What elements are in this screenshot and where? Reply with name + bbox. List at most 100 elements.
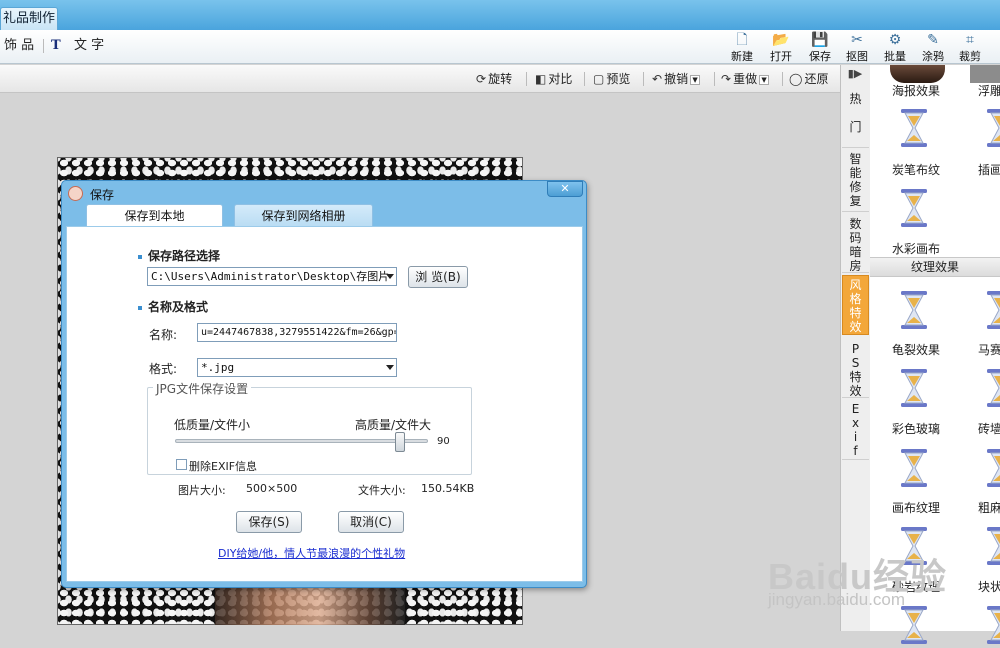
hourglass-icon[interactable]: [984, 605, 1000, 645]
save-path-combo[interactable]: C:\Users\Administrator\Desktop\存图片: [147, 267, 397, 286]
rotate-button[interactable]: ⟳ 旋转: [476, 70, 512, 88]
category-tab[interactable]: P S 特 效: [842, 340, 869, 398]
undo-dropdown[interactable]: ▼: [690, 74, 701, 85]
redo-button[interactable]: ↷ 重做 ▼: [721, 70, 770, 88]
text-tool-icon[interactable]: T: [51, 37, 61, 55]
hourglass-icon[interactable]: [984, 448, 1000, 488]
divider: [782, 72, 783, 86]
toolbar-button[interactable]: 💾 保存: [805, 32, 835, 63]
bullet-icon: [138, 254, 142, 259]
rotate-icon: ⟳: [476, 72, 487, 86]
divider: [714, 72, 715, 86]
chevron-down-icon: [386, 274, 394, 279]
divider: [643, 72, 644, 86]
toolbar-button[interactable]: ✂ 抠图: [842, 32, 872, 63]
file-size-label: 文件大小:: [358, 484, 406, 497]
hourglass-icon[interactable]: [898, 605, 930, 645]
preview-icon: ▢: [593, 72, 605, 86]
decor-tool[interactable]: 饰 品: [4, 37, 34, 55]
divider: [584, 72, 585, 86]
hourglass-icon[interactable]: [898, 290, 930, 330]
format-label: 格式:: [149, 362, 178, 376]
compare-icon: ◧: [535, 72, 547, 86]
save-button[interactable]: 保存(S): [236, 511, 302, 533]
category-tab[interactable]: 智 能 修 复: [842, 150, 869, 212]
toolbar-button[interactable]: 📂 打开: [766, 32, 796, 63]
hourglass-icon[interactable]: [898, 188, 930, 228]
preview-button[interactable]: ▢ 预览: [593, 70, 630, 88]
quality-low-label: 低质量/文件小: [174, 418, 251, 432]
format-select[interactable]: *.jpg: [197, 358, 397, 377]
more-icon: ▮: [990, 32, 1000, 48]
toolbar-button[interactable]: ⚙ 批量: [880, 32, 910, 63]
quality-value: 90: [437, 436, 450, 447]
toolbar-button[interactable]: 🗋 新建: [727, 32, 757, 63]
name-label: 名称:: [149, 328, 178, 342]
undo-icon: ↶: [652, 72, 663, 86]
file-name-input[interactable]: u=2447467838,3279551422&fm=26&gp=0_: [197, 323, 397, 342]
hourglass-icon[interactable]: [984, 290, 1000, 330]
title-tab-bar: [0, 0, 1000, 30]
collapse-panel-icon[interactable]: ▮▶: [842, 67, 868, 83]
name-section-title: 名称及格式: [138, 298, 208, 315]
hourglass-icon[interactable]: [898, 108, 930, 148]
effect-label: 马赛: [978, 343, 1000, 357]
redo-dropdown[interactable]: ▼: [759, 74, 770, 85]
text-tool[interactable]: 文 字: [74, 37, 104, 55]
cutout-icon: ✂: [851, 32, 863, 48]
quality-slider-track[interactable]: [175, 439, 428, 443]
new-file-icon: 🗋: [736, 32, 748, 48]
browse-button[interactable]: 浏 览(B): [408, 266, 468, 288]
quality-slider-thumb[interactable]: [395, 432, 405, 452]
effect-label: 炭笔布纹: [892, 163, 941, 177]
cancel-button[interactable]: 取消(C): [338, 511, 404, 533]
watermark-url: jingyan.baidu.com: [768, 590, 906, 609]
effect-label: 龟裂效果: [892, 343, 941, 357]
tab-save-local[interactable]: 保存到本地: [86, 204, 223, 227]
category-tab[interactable]: 风 格 特 效: [842, 275, 869, 335]
restore-icon: ◯: [789, 72, 803, 86]
divider: [526, 72, 527, 86]
hourglass-icon[interactable]: [984, 526, 1000, 566]
redo-icon: ↷: [721, 72, 732, 86]
toolbar-button[interactable]: ▮: [990, 32, 1000, 62]
hourglass-icon[interactable]: [984, 108, 1000, 148]
promo-link[interactable]: DIY给她/他，情人节最浪漫的个性礼物: [218, 545, 405, 561]
jpg-settings-legend: JPG文件保存设置: [153, 380, 252, 397]
effect-thumbnail[interactable]: [970, 65, 1000, 83]
close-button[interactable]: ✕: [547, 181, 583, 197]
file-size-value: 150.54KB: [421, 482, 475, 495]
quality-high-label: 高质量/文件大: [355, 418, 432, 432]
hourglass-icon[interactable]: [898, 448, 930, 488]
toolbar-divider: [43, 39, 44, 53]
tab-gift-making[interactable]: 礼品制作: [0, 7, 58, 30]
effect-label: 块状: [978, 580, 1000, 594]
doodle-icon: ✎: [927, 32, 939, 48]
batch-icon: ⚙: [888, 32, 902, 48]
app-logo-icon: [68, 186, 83, 201]
hourglass-icon[interactable]: [984, 368, 1000, 408]
undo-button[interactable]: ↶ 撤销 ▼: [652, 70, 701, 88]
image-size-label: 图片大小:: [178, 484, 226, 497]
toolbar-button[interactable]: ✎ 涂鸦: [918, 32, 948, 63]
save-icon: 💾: [811, 32, 829, 48]
effect-label: 粗麻布: [978, 501, 1000, 515]
image-size-value: 500×500: [246, 482, 298, 495]
category-tab[interactable]: E x i f: [842, 400, 869, 460]
path-section-title: 保存路径选择: [138, 247, 220, 264]
effect-label: 海报效果: [892, 84, 941, 98]
restore-button[interactable]: ◯ 还原: [789, 70, 828, 88]
remove-exif-label: 删除EXIF信息: [189, 460, 258, 473]
effect-label: 彩色玻璃: [892, 422, 941, 436]
compare-button[interactable]: ◧ 对比: [535, 70, 572, 88]
effect-label: 浮雕: [978, 84, 1000, 98]
effect-thumbnail[interactable]: [890, 65, 945, 83]
category-tab[interactable]: 热 门: [842, 90, 869, 148]
hourglass-icon[interactable]: [898, 368, 930, 408]
remove-exif-checkbox[interactable]: [176, 459, 187, 470]
toolbar-button[interactable]: ⌗ 裁剪: [955, 32, 985, 63]
category-tab[interactable]: 数 码 暗 房: [842, 215, 869, 273]
chevron-down-icon: [386, 365, 394, 370]
texture-section-header: 纹理效果: [870, 257, 1000, 277]
tab-save-online[interactable]: 保存到网络相册: [234, 204, 373, 227]
